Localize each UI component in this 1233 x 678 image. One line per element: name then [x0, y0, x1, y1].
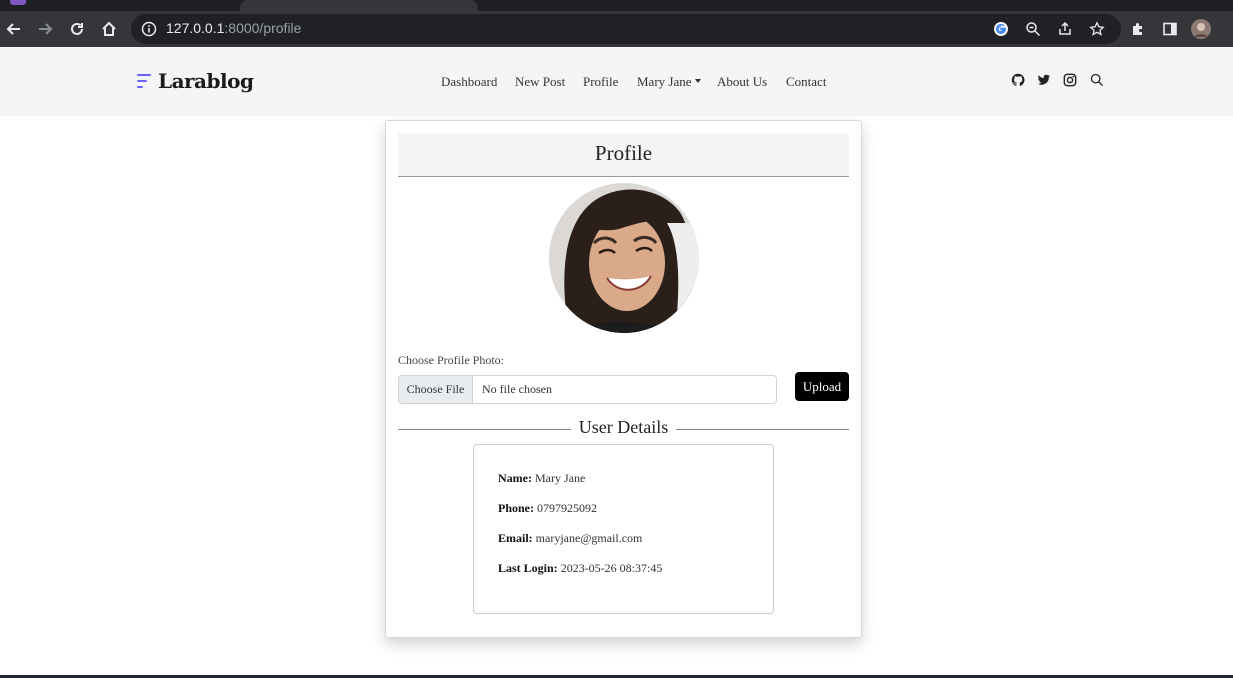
- page-title: Profile: [594, 141, 653, 165]
- home-icon[interactable]: [98, 18, 120, 40]
- forward-icon[interactable]: [34, 18, 56, 40]
- nav-new-post[interactable]: New Post: [515, 74, 565, 90]
- brand-name: Larablog: [158, 69, 254, 93]
- detail-last-login: Last Login: 2023-05-26 08:37:45: [498, 561, 662, 576]
- reload-icon[interactable]: [66, 18, 88, 40]
- profile-photo: [549, 183, 699, 333]
- name-value: Mary Jane: [534, 471, 586, 485]
- twitter-icon[interactable]: [1036, 72, 1052, 88]
- nav-profile[interactable]: Profile: [583, 74, 618, 90]
- sidepanel-icon[interactable]: [1159, 18, 1181, 40]
- info-icon[interactable]: [141, 21, 157, 37]
- extensions-icon[interactable]: [1127, 18, 1149, 40]
- phone-value: 0797925092: [537, 501, 597, 515]
- url-text[interactable]: 127.0.0.1:8000/profile: [166, 20, 301, 36]
- active-tab[interactable]: [240, 0, 478, 11]
- choose-file-button[interactable]: Choose File: [399, 376, 473, 403]
- url-path: :8000/profile: [224, 20, 302, 36]
- detail-email: Email: maryjane@gmail.com: [498, 531, 642, 546]
- star-icon[interactable]: [1088, 20, 1106, 38]
- nav-user-dropdown[interactable]: Mary Jane: [637, 74, 701, 90]
- zoom-icon[interactable]: [1024, 20, 1042, 38]
- profile-card: Profile Choose Profile Photo: Choose Fil…: [385, 120, 862, 638]
- photo-label: Choose Profile Photo:: [398, 353, 505, 367]
- section-title-text: User Details: [570, 417, 677, 437]
- user-details-box: Name: Mary Jane Phone: 0797925092 Email:…: [473, 444, 774, 614]
- email-value: maryjane@gmail.com: [535, 531, 643, 545]
- nav-dashboard[interactable]: Dashboard: [441, 74, 497, 90]
- brand-mark-icon: [137, 70, 153, 92]
- github-icon[interactable]: [1010, 72, 1026, 88]
- browser-toolbar: 127.0.0.1:8000/profile: [0, 11, 1233, 47]
- last-login-value: 2023-05-26 08:37:45: [560, 561, 663, 575]
- file-status: No file chosen: [482, 382, 552, 396]
- back-icon[interactable]: [3, 18, 25, 40]
- share-icon[interactable]: [1056, 20, 1074, 38]
- search-icon[interactable]: [1089, 72, 1105, 88]
- last-login-label: Last Login:: [498, 561, 558, 575]
- nav-contact[interactable]: Contact: [786, 74, 826, 90]
- section-title: User Details: [386, 417, 861, 438]
- profile-avatar-icon[interactable]: [1190, 18, 1212, 40]
- caret-down-icon: [694, 79, 701, 84]
- url-host: 127.0.0.1: [166, 20, 225, 36]
- detail-phone: Phone: 0797925092: [498, 501, 597, 516]
- tab-favicon: [10, 0, 26, 5]
- instagram-icon[interactable]: [1062, 72, 1078, 88]
- detail-name: Name: Mary Jane: [498, 471, 585, 486]
- card-header: Profile: [398, 133, 849, 177]
- name-label: Name:: [498, 471, 532, 485]
- brand-logo[interactable]: Larablog: [137, 67, 254, 95]
- browser-tabstrip: [0, 0, 1233, 11]
- upload-button[interactable]: Upload: [795, 372, 849, 401]
- site-header: Larablog Dashboard New Post Profile Mary…: [0, 47, 1233, 116]
- nav-about[interactable]: About Us: [717, 74, 767, 90]
- profile-photo-input[interactable]: Choose File No file chosen: [398, 375, 777, 404]
- address-bar[interactable]: 127.0.0.1:8000/profile: [131, 14, 1121, 44]
- google-icon[interactable]: [992, 20, 1010, 38]
- nav-user-label: Mary Jane: [637, 74, 692, 89]
- phone-label: Phone:: [498, 501, 534, 515]
- email-label: Email:: [498, 531, 533, 545]
